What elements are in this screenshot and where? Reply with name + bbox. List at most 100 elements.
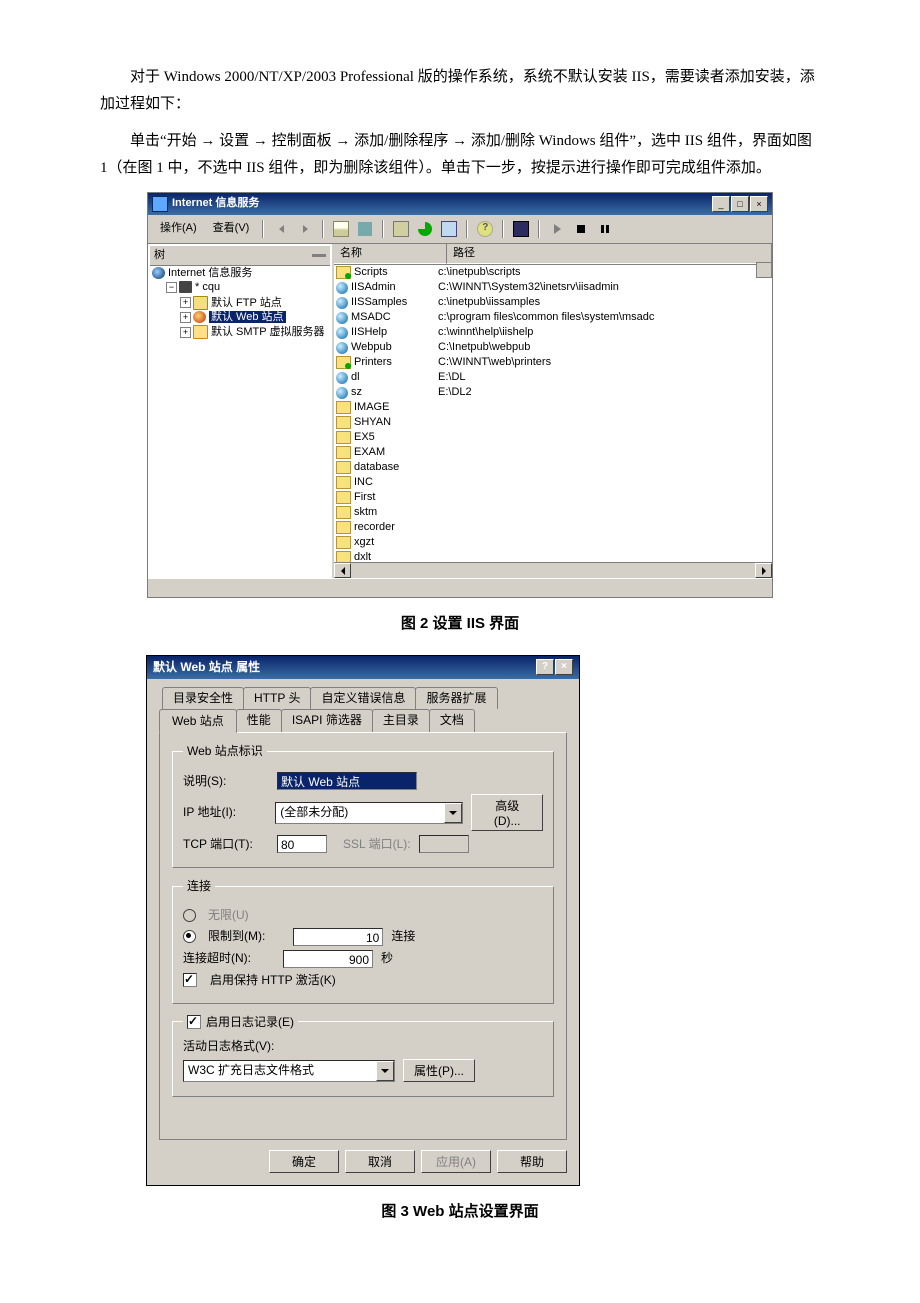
properties-button[interactable] [391, 219, 411, 239]
item-name: Scripts [354, 265, 388, 280]
tab-front[interactable]: 主目录 [372, 709, 430, 733]
folder-icon [336, 521, 351, 534]
tree-collapse-icon[interactable] [312, 254, 326, 257]
tab-back[interactable]: 目录安全性 [162, 687, 244, 709]
tree-server[interactable]: −* cqu +默认 FTP 站点 +默认 Web 站点 +默认 SMTP 虚拟… [166, 281, 330, 339]
col-path-header[interactable]: 路径 [447, 244, 772, 264]
log-format-select[interactable]: W3C 扩充日志文件格式 [183, 1060, 395, 1082]
folder-icon [336, 356, 351, 369]
keepalive-checkbox[interactable] [183, 973, 197, 987]
list-item[interactable]: dlE:\DL [334, 370, 772, 385]
help-button[interactable]: ? [475, 219, 495, 239]
stop-button[interactable] [571, 219, 591, 239]
tab-front[interactable]: Web 站点 [159, 709, 237, 734]
list-item[interactable]: xgzt [334, 535, 772, 550]
show-hide-button[interactable] [355, 219, 375, 239]
list-item[interactable]: EX5 [334, 430, 772, 445]
item-name: IISSamples [351, 295, 407, 310]
limited-radio[interactable] [183, 930, 196, 943]
minimize-button[interactable]: _ [712, 196, 730, 212]
tree-smtp-server[interactable]: +默认 SMTP 虚拟服务器 [180, 325, 330, 339]
ftp-icon [193, 296, 208, 310]
limited-input[interactable]: 10 [293, 928, 383, 946]
scroll-left-button[interactable] [334, 563, 351, 578]
window-title: Internet 信息服务 [172, 197, 712, 210]
site-properties-dialog: 默认 Web 站点 属性 ? × 目录安全性HTTP 头自定义错误信息服务器扩展… [146, 655, 580, 1186]
help-button[interactable]: 帮助 [497, 1150, 567, 1173]
menu-view[interactable]: 查看(V) [207, 220, 256, 237]
dialog-titlebar[interactable]: 默认 Web 站点 属性 ? × [147, 656, 579, 679]
dialog-help-button[interactable]: ? [536, 659, 554, 675]
log-properties-button[interactable]: 属性(P)... [403, 1059, 475, 1082]
connections-group: 连接 无限(U) 限制到(M): 10 连接 连接超时(N): 900 秒 [172, 878, 554, 1003]
properties-icon [393, 221, 409, 237]
tree-web-site[interactable]: +默认 Web 站点 [180, 311, 330, 324]
monitor-button[interactable] [511, 219, 531, 239]
list-item[interactable]: EXAM [334, 445, 772, 460]
list-item[interactable]: IISAdminC:\WINNT\System32\inetsrv\iisadm… [334, 280, 772, 295]
chevron-down-icon[interactable] [444, 803, 462, 823]
tree-ftp-site[interactable]: +默认 FTP 站点 [180, 296, 330, 310]
maximize-button[interactable]: □ [731, 196, 749, 212]
list-item[interactable]: szE:\DL2 [334, 385, 772, 400]
titlebar[interactable]: Internet 信息服务 _ □ × [148, 193, 772, 215]
play-button[interactable] [547, 219, 567, 239]
ok-button[interactable]: 确定 [269, 1150, 339, 1173]
list-item[interactable]: IISHelpc:\winnt\help\iishelp [334, 325, 772, 340]
tree-root[interactable]: Internet 信息服务 −* cqu +默认 FTP 站点 +默认 Web … [152, 267, 330, 339]
enable-logging-checkbox[interactable] [187, 1015, 201, 1029]
close-button[interactable]: × [750, 196, 768, 212]
globe-icon [336, 342, 348, 354]
item-name: recorder [354, 520, 395, 535]
list-item[interactable]: Scriptsc:\inetpub\scripts [334, 265, 772, 280]
figure-2-caption: 图 2 设置 IIS 界面 [100, 610, 820, 637]
list-item[interactable]: SHYAN [334, 415, 772, 430]
list-pane[interactable]: 名称 路径 Scriptsc:\inetpub\scriptsIISAdminC… [334, 244, 772, 578]
col-name-header[interactable]: 名称 [334, 244, 447, 264]
list-item[interactable]: recorder [334, 520, 772, 535]
tab-back[interactable]: 服务器扩展 [415, 687, 497, 709]
tab-front[interactable]: 文档 [429, 709, 475, 733]
server-icon [179, 281, 192, 293]
list-item[interactable]: sktm [334, 505, 772, 520]
list-item[interactable]: INC [334, 475, 772, 490]
tab-front[interactable]: 性能 [236, 709, 282, 733]
horizontal-scrollbar[interactable] [334, 562, 772, 578]
list-item[interactable]: PrintersC:\WINNT\web\printers [334, 355, 772, 370]
up-button[interactable] [331, 219, 351, 239]
scroll-up-button[interactable] [756, 262, 772, 278]
list-item[interactable]: IMAGE [334, 400, 772, 415]
pause-button[interactable] [595, 219, 615, 239]
tab-back[interactable]: 自定义错误信息 [310, 687, 416, 709]
logging-group: 启用日志记录(E) 活动日志格式(V): W3C 扩充日志文件格式 属性(P).… [172, 1014, 554, 1098]
list-item[interactable]: MSADCc:\program files\common files\syste… [334, 310, 772, 325]
tab-front[interactable]: ISAPI 筛选器 [281, 709, 373, 733]
folder-icon [336, 536, 351, 549]
export-button[interactable] [439, 219, 459, 239]
tcp-port-input[interactable]: 80 [277, 835, 327, 853]
advanced-button[interactable]: 高级(D)... [471, 794, 543, 831]
globe-icon [336, 387, 348, 399]
item-name: dl [351, 370, 360, 385]
ip-address-select[interactable]: (全部未分配) [275, 802, 463, 824]
timeout-suffix: 秒 [381, 950, 393, 967]
up-icon [333, 221, 349, 237]
back-button[interactable] [271, 219, 291, 239]
list-item[interactable]: database [334, 460, 772, 475]
cancel-button[interactable]: 取消 [345, 1150, 415, 1173]
menu-action[interactable]: 操作(A) [154, 220, 203, 237]
dialog-close-button[interactable]: × [555, 659, 573, 675]
timeout-input[interactable]: 900 [283, 950, 373, 968]
scroll-right-button[interactable] [755, 563, 772, 578]
item-path: C:\WINNT\web\printers [438, 355, 770, 370]
list-item[interactable]: WebpubC:\Inetpub\webpub [334, 340, 772, 355]
apply-button[interactable]: 应用(A) [421, 1150, 491, 1173]
list-item[interactable]: IISSamplesc:\inetpub\iissamples [334, 295, 772, 310]
description-input[interactable]: 默认 Web 站点 [277, 772, 417, 790]
chevron-down-icon[interactable] [376, 1061, 394, 1081]
tree-pane[interactable]: 树 Internet 信息服务 −* cqu +默认 FTP 站点 +默认 We… [148, 244, 334, 578]
tab-back[interactable]: HTTP 头 [243, 687, 311, 709]
refresh-button[interactable] [415, 219, 435, 239]
list-item[interactable]: First [334, 490, 772, 505]
forward-button[interactable] [295, 219, 315, 239]
